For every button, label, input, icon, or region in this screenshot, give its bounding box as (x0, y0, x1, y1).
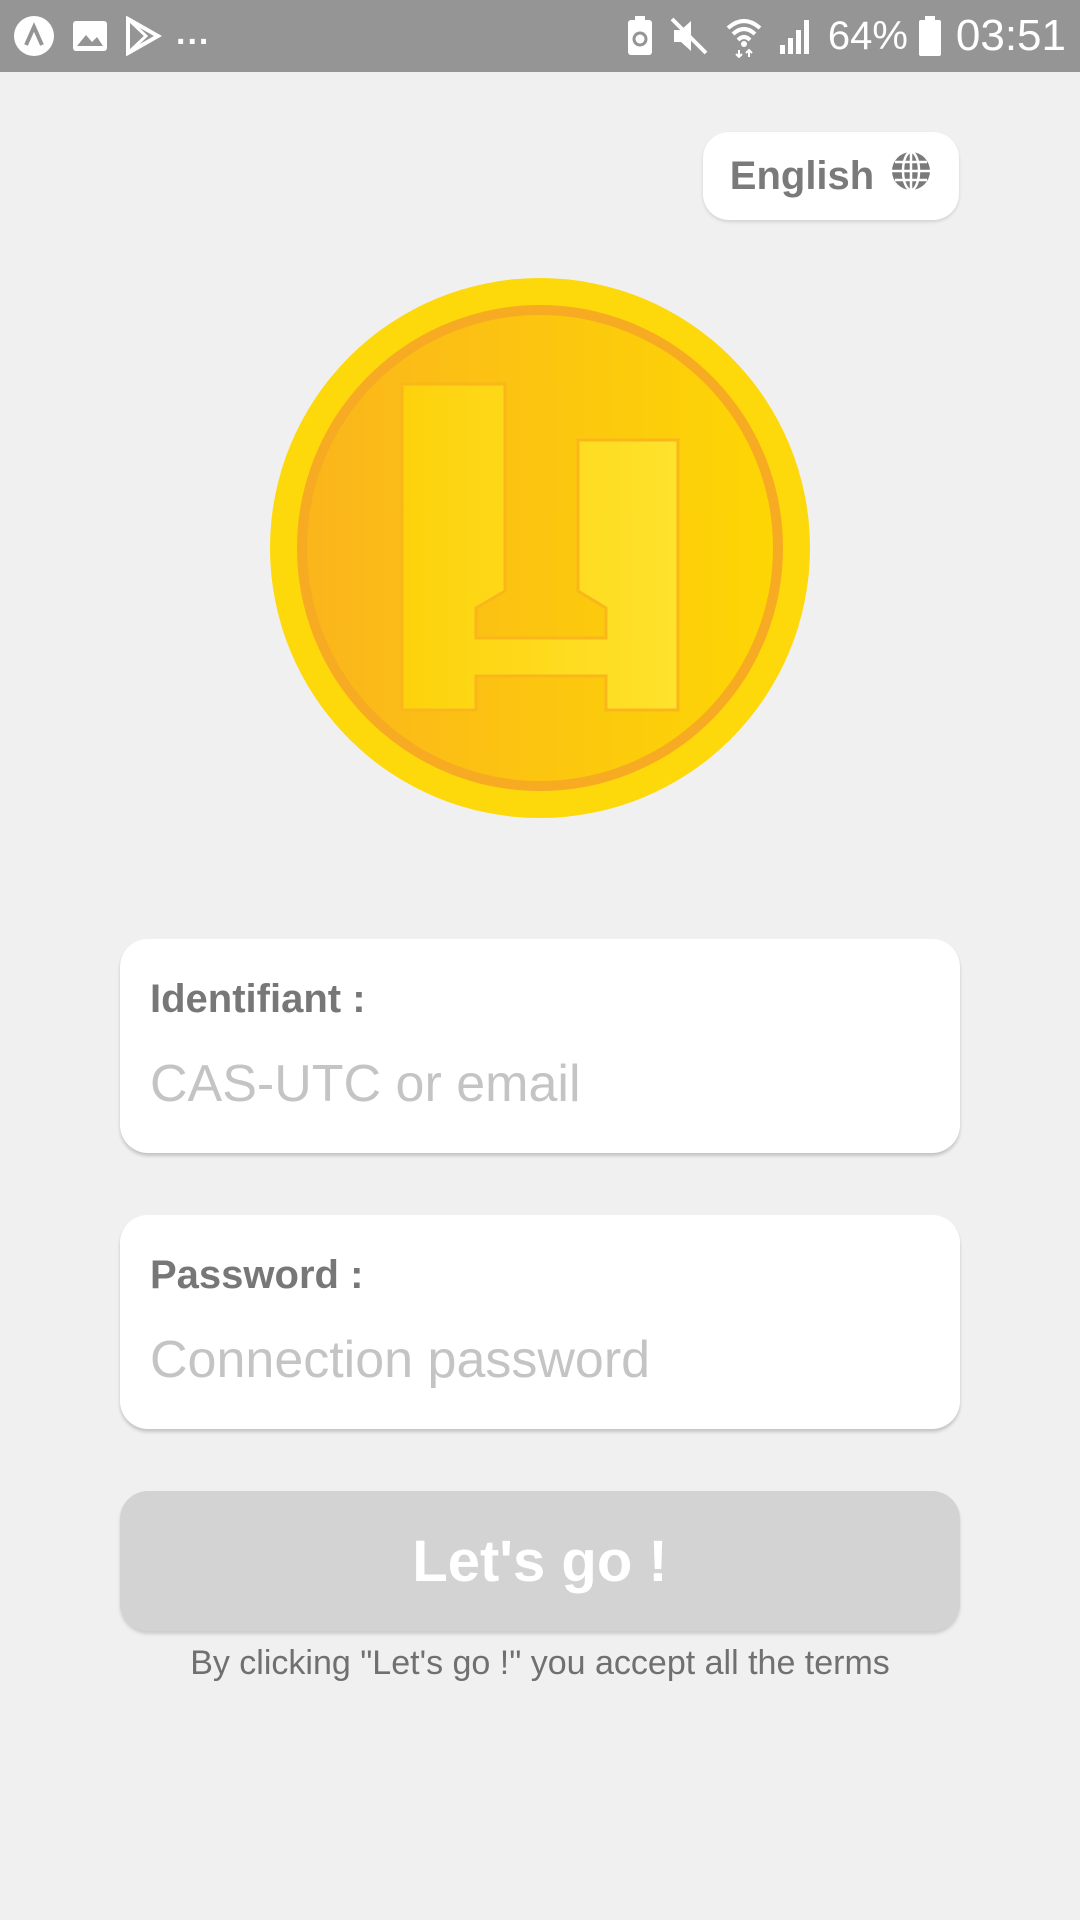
battery-percentage: 64% (827, 13, 908, 58)
status-bar-notifications: ... (12, 14, 210, 58)
password-field[interactable]: Password : (120, 1215, 960, 1429)
lets-go-button[interactable]: Let's go ! (120, 1491, 960, 1631)
wifi-icon (724, 14, 764, 58)
globe-icon (890, 150, 932, 202)
language-selector-button[interactable]: English (703, 132, 959, 220)
play-store-icon (124, 16, 162, 56)
clock: 03:51 (955, 11, 1066, 60)
battery-saver-icon (626, 15, 654, 57)
identifier-field[interactable]: Identifiant : (120, 939, 960, 1153)
identifier-input[interactable] (150, 1049, 930, 1119)
password-input[interactable] (150, 1325, 930, 1395)
app-icon (12, 14, 56, 58)
status-bar-system: 64% 03:51 (626, 10, 1066, 62)
signal-icon (778, 17, 814, 55)
status-bar: ... 64% 03:51 (0, 0, 1080, 72)
password-label: Password : (150, 1253, 364, 1297)
coin-logo-icon (270, 278, 810, 818)
language-label: English (729, 153, 875, 198)
battery-icon (918, 15, 942, 57)
terms-notice: By clicking "Let's go !" you accept all … (190, 1644, 890, 1682)
image-icon (70, 16, 110, 56)
mute-icon (668, 15, 710, 57)
identifier-label: Identifiant : (150, 977, 366, 1021)
notification-overflow: ... (176, 13, 211, 52)
